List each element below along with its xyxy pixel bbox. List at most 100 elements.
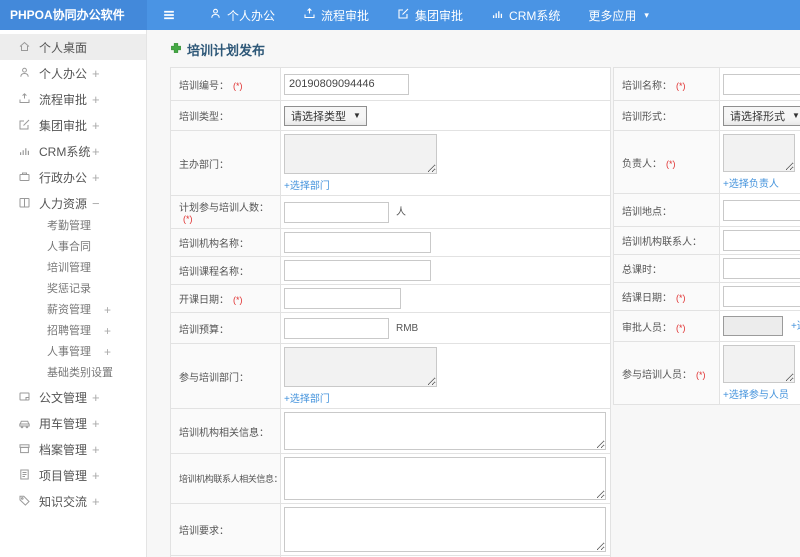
expand-icon[interactable]: + xyxy=(92,442,100,457)
form-row: 主办部门： +选择部门 xyxy=(170,130,611,196)
leader-textarea[interactable] xyxy=(723,134,795,172)
field-label: 培训机构联系人： xyxy=(622,237,702,248)
org-contact-info-textarea[interactable] xyxy=(284,457,606,500)
field-label: 主办部门： xyxy=(179,159,229,171)
expand-icon[interactable]: + xyxy=(92,468,100,483)
training-name-input[interactable] xyxy=(723,73,800,95)
expand-icon[interactable]: + xyxy=(104,363,111,384)
training-no-input[interactable] xyxy=(284,73,409,95)
org-info-textarea[interactable] xyxy=(284,412,606,450)
participating-departments-textarea[interactable] xyxy=(284,347,437,387)
sidebar-item-admin-office[interactable]: 行政办公 + xyxy=(0,164,146,190)
field-label: 培训机构名称： xyxy=(179,239,249,250)
approvers-input[interactable] xyxy=(723,316,783,336)
field-label: 培训编号： xyxy=(179,80,229,92)
expand-icon[interactable]: + xyxy=(92,416,100,431)
training-requirements-textarea[interactable] xyxy=(284,507,606,552)
select-arrow-icon: ▼ xyxy=(353,111,361,120)
field-label: 培训类型： xyxy=(179,112,229,123)
sidebar-subitem-hr-contract[interactable]: 人事合同 xyxy=(0,237,146,258)
training-form-select[interactable]: 请选择形式 ▼ xyxy=(723,105,800,126)
select-approvers-link[interactable]: +选择审批人员 xyxy=(791,321,800,332)
sidebar-item-archive-management[interactable]: 档案管理 + xyxy=(0,436,146,462)
select-leader-link[interactable]: +选择负责人 xyxy=(723,179,779,190)
sidebar-item-workflow-approval[interactable]: 流程审批 + xyxy=(0,86,146,112)
nav-workflow-approval[interactable]: 流程审批 xyxy=(289,0,383,30)
total-hours-input[interactable] xyxy=(723,258,800,279)
expand-icon[interactable]: + xyxy=(92,118,100,133)
sidebar-item-project-management[interactable]: 项目管理 + xyxy=(0,462,146,488)
nav-personal-office[interactable]: 个人办公 xyxy=(195,0,289,30)
required-marker: (*) xyxy=(676,293,686,303)
form-row: 培训预算： RMB xyxy=(170,312,611,344)
host-department-textarea[interactable] xyxy=(284,134,437,174)
nav-more-apps[interactable]: 更多应用 ▾ xyxy=(574,0,663,30)
course-name-input[interactable] xyxy=(284,260,431,281)
sidebar-subitem-base-category-settings[interactable]: 基础类别设置 + xyxy=(0,363,146,384)
planned-participants-input[interactable] xyxy=(284,201,389,223)
required-marker: (*) xyxy=(233,80,243,91)
sidebar-item-official-docs[interactable]: 公文管理 + xyxy=(0,384,146,410)
participants-textarea[interactable] xyxy=(723,345,795,383)
sidebar-item-personal-desktop[interactable]: 个人桌面 xyxy=(0,34,146,60)
sidebar-subitem-rewards-records[interactable]: 奖惩记录 xyxy=(0,279,146,300)
expand-icon[interactable]: + xyxy=(92,92,100,107)
caret-down-icon: ▾ xyxy=(644,9,649,20)
training-type-select[interactable]: 请选择类型 ▼ xyxy=(284,105,367,126)
expand-icon[interactable]: + xyxy=(104,342,111,363)
budget-input[interactable] xyxy=(284,317,389,339)
org-contact-input[interactable] xyxy=(723,230,800,251)
sidebar-item-human-resources[interactable]: 人力资源 − xyxy=(0,190,146,216)
currency-suffix: RMB xyxy=(396,323,419,334)
expand-icon[interactable]: + xyxy=(92,170,100,185)
select-participants-link[interactable]: +选择参与人员 xyxy=(723,390,789,401)
field-label: 参与培训人员： xyxy=(622,369,692,381)
form-row: 计划参与培训人数：(*) 人 xyxy=(170,195,611,229)
document-icon xyxy=(18,390,32,404)
nav-group-approval[interactable]: 集团审批 xyxy=(383,0,477,30)
main-content: 培训计划发布 培训编号： (*) 培训类型： 请选择类型▼ 主办部门： +选择部门… xyxy=(148,30,800,557)
sidebar-subitem-attendance[interactable]: 考勤管理 xyxy=(0,216,146,237)
upload-icon xyxy=(303,7,316,23)
expand-icon[interactable]: + xyxy=(92,66,100,81)
expand-icon[interactable]: + xyxy=(92,390,100,405)
collapse-icon[interactable]: − xyxy=(92,196,100,211)
expand-icon[interactable]: + xyxy=(104,321,111,342)
field-label: 培训课程名称： xyxy=(179,267,249,278)
sidebar-item-personal-office[interactable]: 个人办公 + xyxy=(0,60,146,86)
select-department-link[interactable]: +选择部门 xyxy=(284,181,330,192)
nav-crm-system[interactable]: CRM系统 xyxy=(477,0,574,30)
field-label: 培训预算： xyxy=(179,324,229,336)
sidebar-item-crm-system[interactable]: CRM系统 + xyxy=(0,138,146,164)
expand-icon[interactable]: + xyxy=(104,300,111,321)
form-row: 培训要求： xyxy=(170,503,611,556)
sidebar-subitem-training-management[interactable]: 培训管理 xyxy=(0,258,146,279)
sidebar-subitem-personnel-management[interactable]: 人事管理 + xyxy=(0,342,146,363)
bar-chart-icon xyxy=(18,144,32,158)
form-row: 培训机构联系人相关信息： xyxy=(170,453,611,504)
expand-icon[interactable]: + xyxy=(92,494,100,509)
sidebar-item-group-approval[interactable]: 集团审批 + xyxy=(0,112,146,138)
location-input[interactable] xyxy=(723,199,800,221)
org-name-input[interactable] xyxy=(284,232,431,253)
hamburger-menu-icon[interactable] xyxy=(147,8,191,22)
edit-square-icon xyxy=(18,118,32,132)
field-label: 培训机构相关信息： xyxy=(179,427,269,439)
form-row: 培训地点： xyxy=(613,193,800,227)
start-date-input[interactable] xyxy=(284,288,401,309)
field-label: 培训名称： xyxy=(622,80,672,92)
form-row: 培训课程名称： xyxy=(170,256,611,285)
form-row: 开课日期： (*) xyxy=(170,284,611,313)
bar-chart-icon xyxy=(491,7,504,23)
sidebar-subitem-salary-management[interactable]: 薪资管理 + xyxy=(0,300,146,321)
field-label: 结课日期： xyxy=(622,293,672,304)
sidebar-item-vehicle-management[interactable]: 用车管理 + xyxy=(0,410,146,436)
sidebar-subitem-recruitment-management[interactable]: 招聘管理 + xyxy=(0,321,146,342)
unit-suffix: 人 xyxy=(396,207,406,218)
sidebar-item-knowledge-exchange[interactable]: 知识交流 + xyxy=(0,488,146,514)
select-department-link[interactable]: +选择部门 xyxy=(284,394,330,405)
field-label: 培训地点： xyxy=(622,206,672,218)
end-date-input[interactable] xyxy=(723,286,800,307)
expand-icon[interactable]: + xyxy=(92,144,100,159)
form-row: 培训机构名称： xyxy=(170,228,611,257)
